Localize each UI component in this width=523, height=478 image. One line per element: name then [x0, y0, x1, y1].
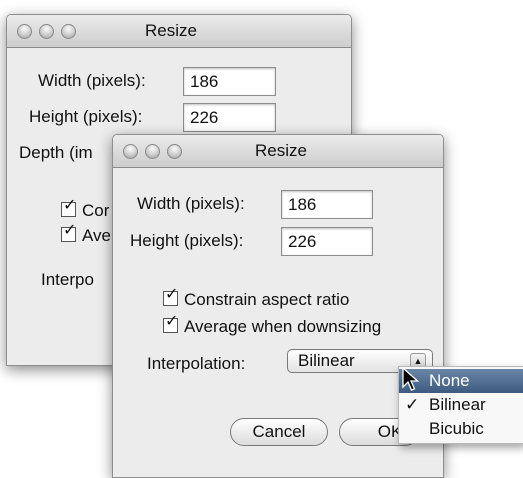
- height-field[interactable]: 226: [281, 227, 373, 256]
- back-width-label: Width (pixels):: [38, 71, 146, 90]
- menu-item-label: None: [429, 371, 470, 390]
- width-field[interactable]: 186: [281, 190, 373, 219]
- checkmark-icon: ✓: [405, 395, 420, 414]
- back-interpolation-label: Interpo: [41, 270, 94, 289]
- menu-item-bilinear[interactable]: ✓ Bilinear: [399, 393, 523, 417]
- constrain-aspect-label: Constrain aspect ratio: [184, 290, 350, 309]
- width-label: Width (pixels):: [137, 194, 245, 213]
- back-height-field[interactable]: 226: [183, 103, 276, 132]
- constrain-aspect-checkbox[interactable]: ✓ Constrain aspect ratio: [163, 287, 350, 310]
- checkmark-icon: ✓: [63, 222, 77, 239]
- back-average-checkbox-box[interactable]: ✓: [61, 223, 76, 242]
- interpolation-label: Interpolation:: [147, 354, 246, 373]
- interpolation-popup-value: Bilinear: [298, 351, 355, 370]
- close-window-icon[interactable]: [123, 144, 138, 159]
- zoom-window-icon[interactable]: [167, 144, 182, 159]
- back-depth-label: Depth (im: [19, 143, 93, 162]
- height-label: Height (pixels):: [130, 231, 244, 250]
- back-title-bar[interactable]: Resize: [7, 15, 351, 48]
- back-window-title: Resize: [145, 21, 197, 40]
- front-window-title: Resize: [255, 141, 307, 160]
- back-average-checkbox[interactable]: ✓ Ave: [61, 223, 111, 246]
- back-constrain-label: Cor: [82, 201, 110, 220]
- back-height-label: Height (pixels):: [29, 107, 143, 126]
- zoom-window-icon[interactable]: [61, 24, 76, 39]
- minimize-window-icon[interactable]: [145, 144, 160, 159]
- cancel-button[interactable]: Cancel: [230, 418, 328, 446]
- checkmark-icon: ✓: [63, 197, 77, 214]
- constrain-aspect-checkbox-box[interactable]: ✓: [163, 287, 178, 306]
- back-average-label: Ave: [82, 226, 111, 245]
- close-window-icon[interactable]: [17, 24, 32, 39]
- average-downsizing-label: Average when downsizing: [184, 317, 382, 336]
- back-constrain-checkbox[interactable]: ✓ Cor: [61, 198, 110, 221]
- menu-item-bicubic[interactable]: Bicubic: [399, 417, 523, 441]
- average-downsizing-checkbox-box[interactable]: ✓: [163, 314, 178, 333]
- menu-item-label: Bilinear: [429, 395, 486, 414]
- menu-item-label: Bicubic: [429, 419, 484, 438]
- checkmark-icon: ✓: [165, 286, 179, 303]
- front-resize-window: Resize Width (pixels): 186 Height (pixel…: [112, 134, 444, 478]
- minimize-window-icon[interactable]: [39, 24, 54, 39]
- back-constrain-checkbox-box[interactable]: ✓: [61, 198, 76, 217]
- front-title-bar[interactable]: Resize: [113, 135, 443, 168]
- checkmark-icon: ✓: [165, 313, 179, 330]
- average-downsizing-checkbox[interactable]: ✓ Average when downsizing: [163, 314, 382, 337]
- mouse-cursor-icon: [402, 367, 420, 391]
- back-width-field[interactable]: 186: [183, 67, 276, 96]
